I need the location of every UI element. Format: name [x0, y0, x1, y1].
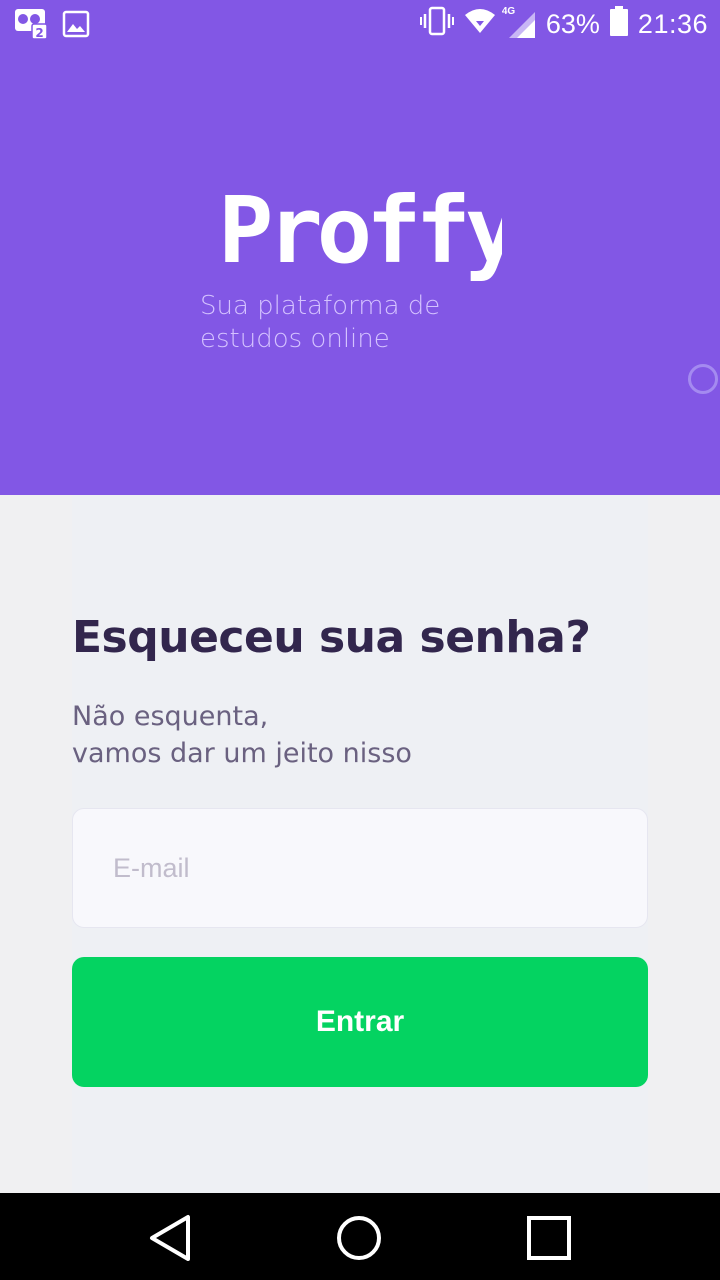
network-type-label: 4G — [501, 5, 516, 17]
recents-button[interactable] — [524, 1213, 574, 1263]
home-icon — [337, 1216, 381, 1260]
notification-badge-icon: 2 — [14, 8, 48, 45]
back-icon — [150, 1215, 190, 1261]
battery-icon — [609, 6, 628, 43]
back-button[interactable] — [145, 1213, 195, 1263]
tagline-line-1: Sua plataforma de — [200, 291, 441, 321]
image-icon — [62, 10, 90, 43]
svg-text:2: 2 — [35, 26, 43, 40]
wifi-icon — [464, 7, 496, 42]
submit-button[interactable]: Entrar — [72, 957, 648, 1087]
tagline-line-2: estudos online — [200, 324, 390, 354]
battery-percent: 63% — [545, 9, 600, 39]
status-bar-right: 4G 63% 21:36 — [419, 6, 708, 43]
recents-icon — [527, 1216, 571, 1260]
subtitle-line-1: Não esquenta, — [72, 701, 269, 732]
clock: 21:36 — [637, 9, 708, 39]
proffy-logo: Proffy — [218, 186, 502, 284]
navigation-bar — [0, 1193, 720, 1280]
status-bar-left: 2 — [14, 8, 90, 45]
email-field-container — [72, 808, 648, 928]
svg-text:Proffy: Proffy — [218, 186, 502, 284]
header-banner: Proffy Sua plataforma de estudos online — [0, 50, 720, 495]
home-button[interactable] — [334, 1213, 384, 1263]
tagline: Sua plataforma de estudos online — [200, 290, 500, 356]
status-bar: 2 4G 63% 21:36 — [0, 0, 720, 50]
signal-icon: 4G — [502, 6, 536, 40]
email-field[interactable] — [113, 809, 613, 927]
decorative-ring-icon — [688, 364, 718, 394]
page-title: Esqueceu sua senha? — [72, 612, 591, 663]
forgot-password-screen: 2 4G 63% 21:36 Proffy Sua plataforma de … — [0, 0, 720, 1280]
page-subtitle: Não esquenta, vamos dar um jeito nisso — [72, 698, 572, 772]
vibrate-icon — [419, 6, 454, 43]
subtitle-line-2: vamos dar um jeito nisso — [72, 738, 412, 769]
